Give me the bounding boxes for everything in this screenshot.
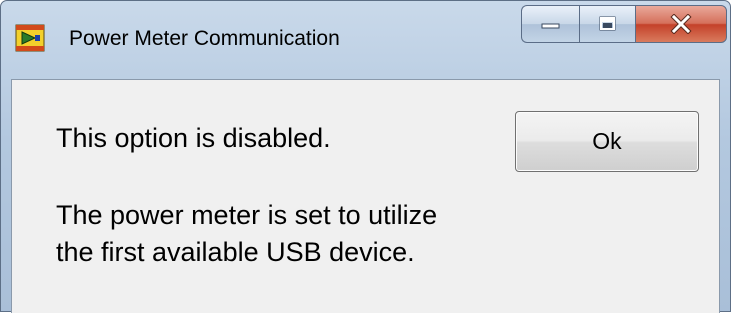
maximize-icon [599,16,615,31]
minimize-button[interactable] [521,5,579,43]
labview-app-icon [15,24,45,52]
window-controls [521,5,727,45]
window-title: Power Meter Communication [69,27,340,50]
maximize-button[interactable] [579,5,635,43]
minimize-icon [541,23,559,29]
message-line-3: the first available USB device. [56,237,415,267]
dialog-window: Power Meter Communication This option is… [0,0,731,313]
title-bar[interactable]: Power Meter Communication [1,1,730,79]
close-button[interactable] [635,5,727,43]
message-line-1: This option is disabled. [56,123,331,153]
close-icon [670,14,692,34]
dialog-content: This option is disabled. The power meter… [11,79,720,313]
message-line-2: The power meter is set to utilize [56,200,438,230]
message-body: The power meter is set to utilize the fi… [56,197,437,271]
ok-button[interactable]: Ok [515,111,699,172]
